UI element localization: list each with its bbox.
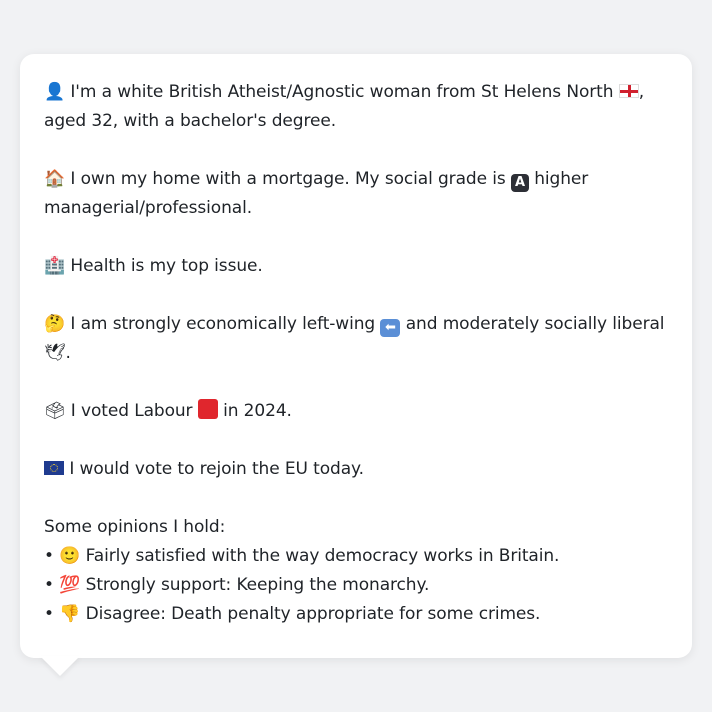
opinion-text: Fairly satisfied with the way democracy … [85, 546, 560, 566]
identity-text-age: aged 32, with a bachelor's degree. [44, 111, 337, 131]
left-arrow-icon: ⬅ [380, 319, 401, 337]
housing-text: I own my home with a mortgage. My social… [70, 169, 506, 189]
ideology-period: . [65, 343, 71, 363]
eu-text: I would vote to rejoin the EU today. [69, 459, 364, 479]
ballot-box-icon: 🗳 [44, 401, 66, 421]
issue-paragraph: 🏥 Health is my top issue. [44, 252, 668, 281]
person-icon: 👤 [44, 82, 66, 102]
ideology-text: I am strongly economically left-wing [70, 314, 376, 334]
ideology-text-social: and moderately socially liberal [405, 314, 665, 334]
list-item: • 🙂 Fairly satisfied with the way democr… [44, 542, 668, 571]
opinion-text: Strongly support: Keeping the monarchy. [85, 575, 430, 595]
eu-paragraph: I would vote to rejoin the EU today. [44, 455, 668, 484]
identity-paragraph: 👤 I'm a white British Atheist/Agnostic w… [44, 78, 668, 136]
opinion-text: Disagree: Death penalty appropriate for … [85, 604, 541, 624]
grade-a-icon: A [510, 174, 529, 192]
england-flag-icon [618, 84, 639, 98]
bullet: • [44, 546, 54, 566]
eu-flag-icon [44, 461, 64, 475]
house-icon: 🏠 [44, 169, 66, 189]
opinions-list: • 🙂 Fairly satisfied with the way democr… [44, 542, 668, 629]
thumbs-down-icon: 👎 [59, 604, 81, 624]
bullet: • [44, 604, 54, 624]
thinking-face-icon: 🤔 [44, 314, 66, 334]
slight-smile-icon: 🙂 [59, 546, 81, 566]
vote-text: I voted Labour [70, 401, 193, 421]
vote-paragraph: 🗳 I voted Labour in 2024. [44, 397, 668, 426]
identity-text: I'm a white British Atheist/Agnostic wom… [70, 82, 614, 102]
ideology-paragraph: 🤔 I am strongly economically left-wing ⬅… [44, 310, 668, 368]
opinions-section: Some opinions I hold: • 🙂 Fairly satisfi… [44, 513, 668, 629]
hundred-points-icon: 💯 [59, 575, 81, 595]
vote-year-text: in 2024. [223, 401, 292, 421]
identity-comma: , [638, 82, 645, 102]
message-bubble: 👤 I'm a white British Atheist/Agnostic w… [20, 54, 692, 658]
bubble-tail [40, 656, 80, 676]
dove-icon: 🕊 [44, 343, 66, 363]
list-item: • 💯 Strongly support: Keeping the monarc… [44, 571, 668, 600]
list-item: • 👎 Disagree: Death penalty appropriate … [44, 600, 668, 629]
issue-text: Health is my top issue. [70, 256, 263, 276]
opinions-heading: Some opinions I hold: [44, 517, 226, 537]
hospital-icon: 🏥 [44, 256, 66, 276]
bullet: • [44, 575, 54, 595]
red-square-icon [197, 399, 218, 419]
housing-paragraph: 🏠 I own my home with a mortgage. My soci… [44, 165, 668, 223]
